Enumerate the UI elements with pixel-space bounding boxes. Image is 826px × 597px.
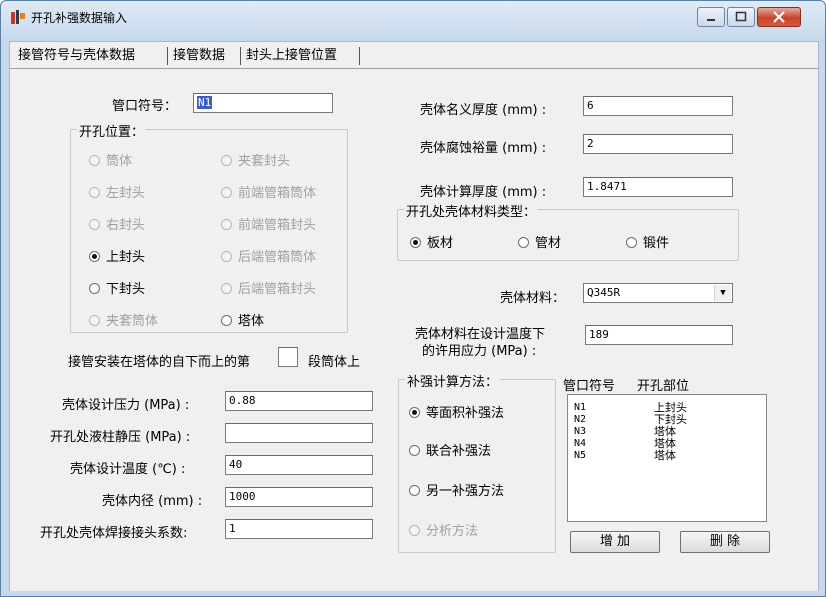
material-type-title: 开孔处壳体材料类型： — [404, 201, 539, 220]
hole-position-group: 开孔位置： 筒体 夹套封头 左封头 前端管箱筒体 右封头 前端管箱封头 上封头 … — [70, 121, 348, 333]
reinforce-method-title: 补强计算方法： — [405, 371, 501, 390]
tab-nozzle-data[interactable]: 接管数据 — [171, 44, 227, 68]
position-left-head-radio[interactable]: 左封头 — [89, 182, 145, 201]
material-label: 壳体材料： — [500, 291, 566, 306]
maximize-button[interactable] — [727, 7, 755, 27]
position-rear-channel-head-radio[interactable]: 后端管箱封头 — [221, 278, 316, 297]
position-jacket-cylinder-radio[interactable]: 夹套筒体 — [89, 310, 158, 329]
material-plate-radio[interactable]: 板材 — [410, 232, 453, 251]
material-select-value: Q345R — [587, 286, 621, 299]
nozzle-listbox[interactable]: N1 上封头 N2 下封头 N3 塔体 N4 塔体 N5 塔体 — [567, 394, 767, 522]
list-item[interactable]: N3 塔体 — [574, 426, 676, 438]
tower-segment-label: 接管安装在塔体的自下而上的第 — [68, 355, 251, 370]
list-item[interactable]: N2 下封头 — [574, 414, 687, 426]
reinforce-method-group: 补强计算方法： 等面积补强法 联合补强法 另一补强方法 分析方法 — [398, 371, 556, 553]
position-rear-channel-cylinder-radio[interactable]: 后端管箱筒体 — [221, 246, 316, 265]
dialog-window: 开孔补强数据输入 接管符号与壳体数据 接管数据 封头上接管位置 管口符号： N1… — [0, 0, 826, 597]
tab-separator — [167, 47, 168, 65]
maximize-icon — [735, 11, 747, 22]
add-button[interactable]: 增 加 — [570, 531, 660, 553]
nozzle-symbol-value: N1 — [197, 96, 213, 109]
position-bottom-head-radio[interactable]: 下封头 — [89, 278, 145, 297]
close-icon — [773, 11, 785, 23]
method-other-radio[interactable]: 另一补强方法 — [409, 480, 504, 499]
method-analysis-radio[interactable]: 分析方法 — [409, 520, 478, 539]
design-temp-label: 壳体设计温度 (℃) : — [70, 462, 186, 477]
app-icon — [11, 10, 25, 24]
list-item[interactable]: N5 塔体 — [574, 450, 676, 462]
liquid-pressure-label: 开孔处液柱静压 (MPa) : — [50, 430, 191, 445]
inner-diameter-input[interactable]: 1000 — [225, 487, 373, 507]
design-temp-input[interactable]: 40 — [225, 455, 373, 475]
delete-button[interactable]: 删 除 — [680, 531, 770, 553]
nozzle-symbol-input[interactable]: N1 — [193, 93, 333, 113]
nozzle-symbol-label: 管口符号： — [112, 99, 178, 114]
list-item[interactable]: N4 塔体 — [574, 438, 676, 450]
corrosion-label: 壳体腐蚀裕量 (mm) : — [420, 141, 547, 156]
position-front-channel-cylinder-radio[interactable]: 前端管箱筒体 — [221, 182, 316, 201]
tab-page: 管口符号： N1 开孔位置： 筒体 夹套封头 左封头 前端管箱筒体 右封头 前端… — [10, 68, 818, 591]
liquid-pressure-input[interactable] — [225, 423, 373, 443]
corrosion-input[interactable]: 2 — [583, 134, 733, 154]
allowable-stress-label-2: 的许用应力 (MPa) : — [422, 344, 537, 359]
chevron-down-icon[interactable]: ▼ — [714, 285, 731, 301]
inner-diameter-label: 壳体内径 (mm) : — [102, 494, 203, 509]
list-header-part: 开孔部位 — [637, 379, 690, 394]
close-button[interactable] — [757, 7, 801, 27]
tower-segment-suffix: 段筒体上 — [308, 355, 361, 370]
position-right-head-radio[interactable]: 右封头 — [89, 214, 145, 233]
tab-separator — [240, 47, 241, 65]
design-pressure-label: 壳体设计压力 (MPa) : — [62, 398, 190, 413]
calc-thickness-input[interactable]: 1.8471 — [583, 177, 733, 197]
position-jacket-head-radio[interactable]: 夹套封头 — [221, 150, 290, 169]
position-cylinder-radio[interactable]: 筒体 — [89, 150, 132, 169]
weld-factor-input[interactable]: 1 — [225, 519, 373, 539]
minimize-icon — [707, 19, 715, 21]
material-forging-radio[interactable]: 锻件 — [626, 232, 669, 251]
calc-thickness-label: 壳体计算厚度 (mm) : — [420, 185, 547, 200]
method-combined-radio[interactable]: 联合补强法 — [409, 440, 491, 459]
list-item[interactable]: N1 上封头 — [574, 402, 687, 414]
tower-segment-input[interactable] — [278, 347, 298, 367]
nominal-thickness-label: 壳体名义厚度 (mm) : — [420, 103, 547, 118]
position-top-head-radio[interactable]: 上封头 — [89, 246, 145, 265]
hole-position-title: 开孔位置： — [77, 121, 147, 140]
method-equal-area-radio[interactable]: 等面积补强法 — [409, 402, 504, 421]
title-bar: 开孔补强数据输入 — [1, 1, 825, 31]
nominal-thickness-input[interactable]: 6 — [583, 96, 733, 116]
design-pressure-input[interactable]: 0.88 — [225, 391, 373, 411]
allowable-stress-input[interactable]: 189 — [585, 325, 733, 345]
tab-separator — [359, 47, 360, 65]
list-header-symbol: 管口符号 — [563, 379, 616, 394]
minimize-button[interactable] — [697, 7, 725, 27]
position-tower-radio[interactable]: 塔体 — [221, 310, 264, 329]
weld-factor-label: 开孔处壳体焊接接头系数: — [40, 526, 188, 541]
position-front-channel-head-radio[interactable]: 前端管箱封头 — [221, 214, 316, 233]
window-title: 开孔补强数据输入 — [31, 11, 128, 25]
material-tube-radio[interactable]: 管材 — [518, 232, 561, 251]
tab-head-position[interactable]: 封头上接管位置 — [244, 44, 339, 68]
material-type-group: 开孔处壳体材料类型： 板材 管材 锻件 — [397, 201, 739, 261]
material-select[interactable]: Q345R ▼ — [583, 283, 733, 303]
tab-nozzle-shell[interactable]: 接管符号与壳体数据 — [16, 44, 137, 68]
dialog-client: 接管符号与壳体数据 接管数据 封头上接管位置 管口符号： N1 开孔位置： 筒体… — [9, 41, 819, 591]
